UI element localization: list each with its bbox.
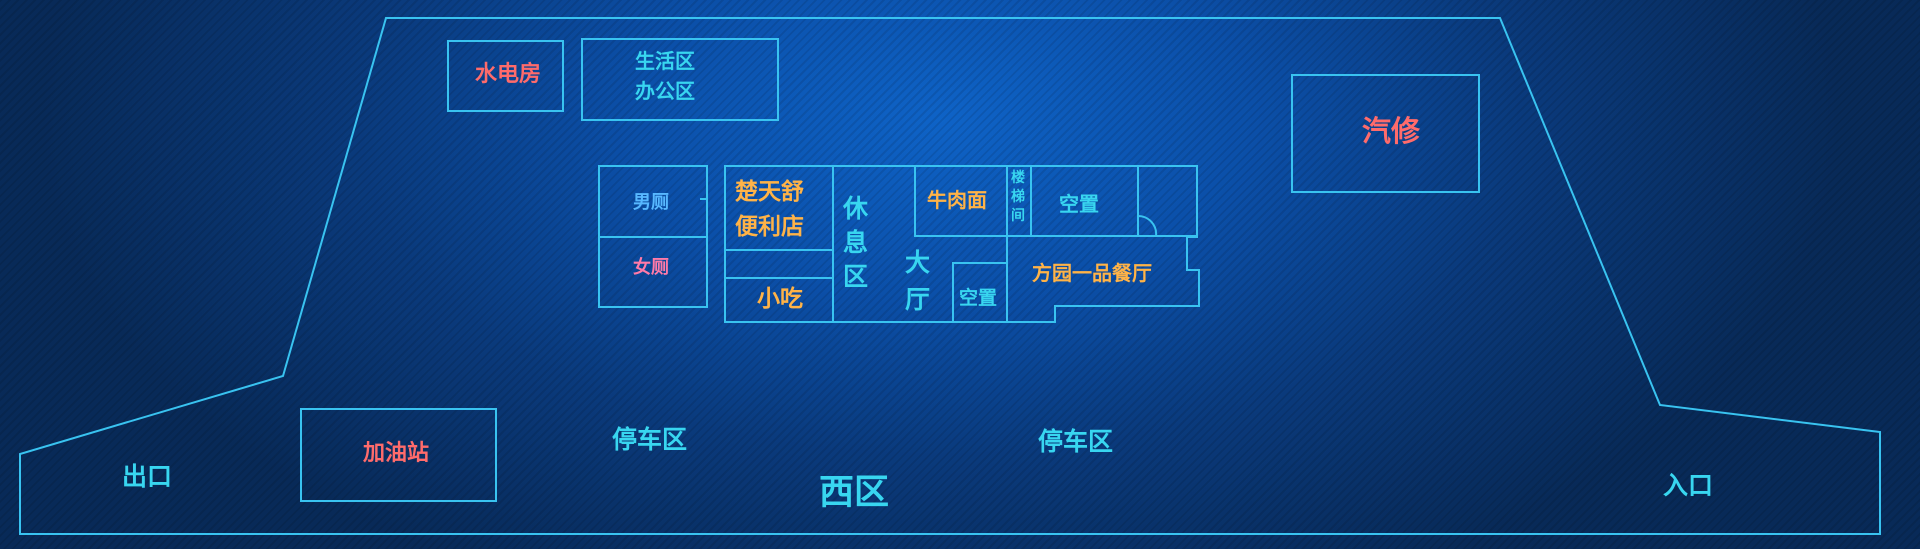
zone-title: 西区 — [819, 473, 890, 513]
floor-plan-outline — [19, 17, 1881, 535]
vacant-lower-label: 空置 — [959, 287, 998, 309]
male-restroom-label: 男厕 — [633, 192, 669, 213]
parking-right-label: 停车区 — [1038, 427, 1114, 456]
parking-left-label: 停车区 — [612, 425, 688, 454]
store-type-label: 便利店 — [735, 214, 804, 240]
rest-area-char: 休 — [843, 194, 869, 223]
stairwell-char: 梯 — [1011, 189, 1025, 205]
restaurant-label: 方园一品餐厅 — [1032, 261, 1152, 285]
female-restroom-label: 女厕 — [633, 257, 669, 278]
site-boundary — [19, 17, 1881, 535]
stairwell-label: 楼 梯 间 — [1011, 171, 1025, 223]
rest-area-char: 区 — [843, 262, 869, 291]
office-area-label: 办公区 — [635, 79, 695, 103]
rest-area-label: 休 息 区 — [843, 196, 868, 289]
entrance-label: 入口 — [1663, 471, 1714, 500]
exit-label: 出口 — [122, 462, 173, 491]
auto-repair-label: 汽修 — [1362, 114, 1421, 148]
service-area-map: 水电房 生活区 办公区 汽修 男厕 女厕 楚天舒 便利店 小吃 休 息 区 大 … — [0, 0, 1920, 549]
male-restroom-door — [700, 166, 708, 200]
utility-room-label: 水电房 — [475, 62, 542, 87]
rest-area-char: 息 — [843, 228, 869, 257]
stairwell-char: 间 — [1011, 208, 1025, 224]
gas-station-label: 加油站 — [363, 441, 430, 466]
vacant-door-arc — [1137, 214, 1158, 237]
hall-char: 大 — [905, 248, 931, 277]
living-area-label: 生活区 — [635, 49, 695, 73]
vacant-side-room-outline — [1137, 165, 1198, 237]
stairwell-char: 楼 — [1011, 170, 1025, 186]
snacks-label: 小吃 — [757, 286, 803, 312]
female-restroom-door — [700, 274, 708, 308]
hall-char: 厅 — [905, 285, 931, 314]
store-name-label: 楚天舒 — [735, 179, 804, 205]
beef-noodles-label: 牛肉面 — [927, 188, 987, 212]
hall-label: 大 厅 — [905, 250, 930, 312]
vacant-upper-label: 空置 — [1059, 192, 1099, 216]
